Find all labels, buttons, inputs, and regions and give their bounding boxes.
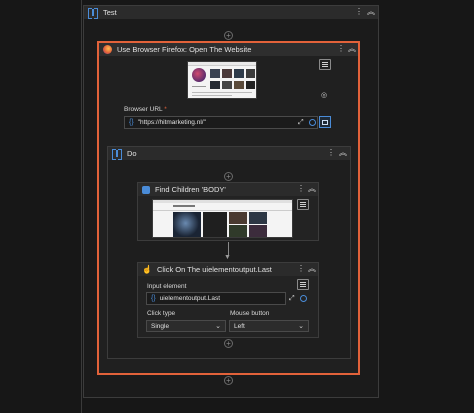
find-children-header[interactable]: Find Children 'BODY' ⋮ ︽ [138, 183, 318, 196]
mouse-button-label: Mouse button [230, 310, 270, 317]
canvas-rail [81, 0, 82, 413]
chevron-down-icon: ⌄ [298, 323, 304, 330]
click-activity-title: Click On The uielementoutput.Last [156, 265, 272, 274]
find-children-screenshot-thumbnail [152, 199, 293, 238]
input-element-value: uielementoutput.Last [159, 295, 221, 302]
browser-screenshot-thumbnail [187, 61, 257, 99]
variable-brace-icon: {} [151, 295, 156, 302]
do-sequence-header[interactable]: Do ⋮ ︽ [108, 147, 350, 160]
flow-arrow-icon: ▼ [224, 254, 231, 261]
click-icon: ☝ [142, 265, 152, 274]
input-element-field[interactable]: {} uielementoutput.Last [146, 292, 286, 305]
browser-url-value: "https://hitmarketing.nl/" [137, 119, 206, 126]
find-children-options-menu-button[interactable] [297, 199, 309, 210]
find-children-icon [142, 185, 150, 194]
browser-url-input[interactable]: {} "https://hitmarketing.nl/" [124, 116, 318, 129]
expand-arrow-icon[interactable]: ⤢ [298, 119, 304, 127]
sequence-test-header[interactable]: Test ⋮ ︽ [84, 6, 378, 19]
more-vertical-icon[interactable]: ⋮ [296, 184, 306, 194]
expand-arrow-icon[interactable]: ⤢ [289, 295, 295, 303]
do-sequence-title: Do [127, 149, 137, 158]
variable-brace-icon: {} [129, 119, 134, 126]
collapse-up-icon[interactable]: ︽ [338, 148, 348, 158]
collapse-up-icon[interactable]: ︽ [307, 264, 317, 274]
mouse-button-select[interactable]: Left ⌄ [229, 320, 309, 332]
input-element-label: Input element [147, 283, 187, 290]
browser-activity-title: Use Browser Firefox: Open The Website [117, 45, 252, 54]
collapse-up-icon[interactable]: ︽ [347, 44, 357, 54]
add-activity-top-button[interactable]: + [224, 31, 233, 40]
window-icon [322, 120, 328, 125]
browser-url-label: Browser URL * [124, 106, 167, 113]
target-picker-icon[interactable]: ◎ [321, 92, 327, 100]
collapse-up-icon[interactable]: ︽ [366, 7, 376, 17]
required-marker: * [164, 106, 167, 113]
find-children-title: Find Children 'BODY' [155, 185, 226, 194]
collapse-up-icon[interactable]: ︽ [307, 184, 317, 194]
sequence-icon [88, 8, 98, 19]
click-options-menu-button[interactable] [297, 279, 309, 290]
click-activity-header[interactable]: ☝ Click On The uielementoutput.Last ⋮ ︽ [138, 263, 318, 276]
add-activity-button[interactable]: + [224, 339, 233, 348]
firefox-icon [103, 45, 112, 54]
chevron-down-icon: ⌄ [215, 323, 221, 330]
more-vertical-icon[interactable]: ⋮ [336, 44, 346, 54]
click-type-value: Single [151, 322, 170, 330]
sequence-icon [112, 149, 122, 160]
add-activity-button[interactable]: + [224, 172, 233, 181]
add-activity-bottom-button[interactable]: + [224, 376, 233, 385]
more-vertical-icon[interactable]: ⋮ [326, 148, 336, 158]
browser-select-button[interactable] [319, 116, 331, 128]
click-type-label: Click type [147, 310, 176, 317]
sequence-test-title: Test [103, 8, 117, 17]
info-icon[interactable] [309, 119, 316, 126]
more-vertical-icon[interactable]: ⋮ [296, 264, 306, 274]
browser-activity-header[interactable]: Use Browser Firefox: Open The Website ⋮ … [99, 43, 358, 56]
mouse-button-value: Left [234, 322, 245, 330]
browser-options-menu-button[interactable] [319, 59, 331, 70]
info-icon[interactable] [300, 295, 307, 302]
more-vertical-icon[interactable]: ⋮ [354, 7, 364, 17]
click-type-select[interactable]: Single ⌄ [146, 320, 226, 332]
